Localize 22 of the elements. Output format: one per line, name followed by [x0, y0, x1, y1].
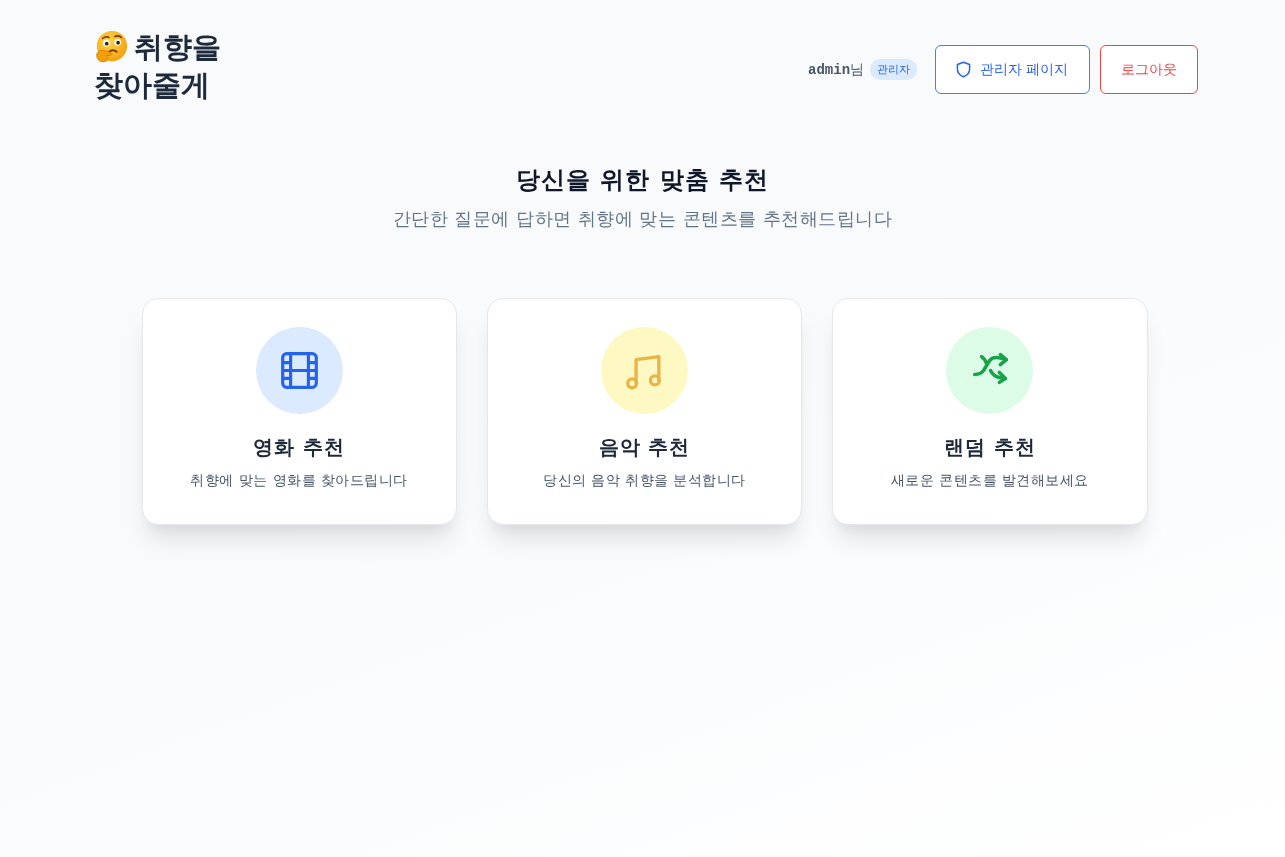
card-description: 취향에 맞는 영화를 찾아드립니다 — [190, 471, 408, 490]
shield-icon — [956, 61, 972, 78]
logout-button[interactable]: 로그아웃 — [1099, 45, 1198, 94]
music-note-icon — [601, 327, 688, 414]
admin-page-button[interactable]: 관리자 페이지 — [935, 45, 1090, 94]
thinking-face-icon — [93, 30, 128, 64]
card-description: 새로운 콘텐츠를 발견해보세요 — [890, 471, 1089, 490]
role-badge: 관리자 — [870, 59, 918, 80]
logo-title: 취향을 — [133, 29, 221, 66]
page-heading: 당신을 위한 맞춤 추천 — [515, 165, 770, 196]
card-title: 랜덤 추천 — [943, 434, 1036, 460]
film-icon — [255, 327, 343, 414]
page-subtitle: 간단한 질문에 답하면 취향에 맞는 콘텐츠를 추천해드립니다 — [392, 207, 893, 231]
card-description: 당신의 음악 취향을 분석합니다 — [543, 471, 746, 490]
logo-title: 찾아줄게 — [93, 67, 210, 104]
shuffle-icon — [946, 327, 1034, 414]
recommendation-card[interactable]: 랜덤 추천 새로운 콘텐츠를 발견해보세요 — [832, 298, 1148, 525]
card-title: 영화 추천 — [253, 434, 346, 460]
recommendation-card[interactable]: 음악 추천 당신의 음악 취향을 분석합니다 — [486, 298, 803, 525]
recommendation-card[interactable]: 영화 추천 취향에 맞는 영화를 찾아드립니다 — [141, 298, 457, 525]
card-title: 음악 추천 — [598, 434, 691, 460]
user-name: admin님 — [808, 60, 865, 79]
